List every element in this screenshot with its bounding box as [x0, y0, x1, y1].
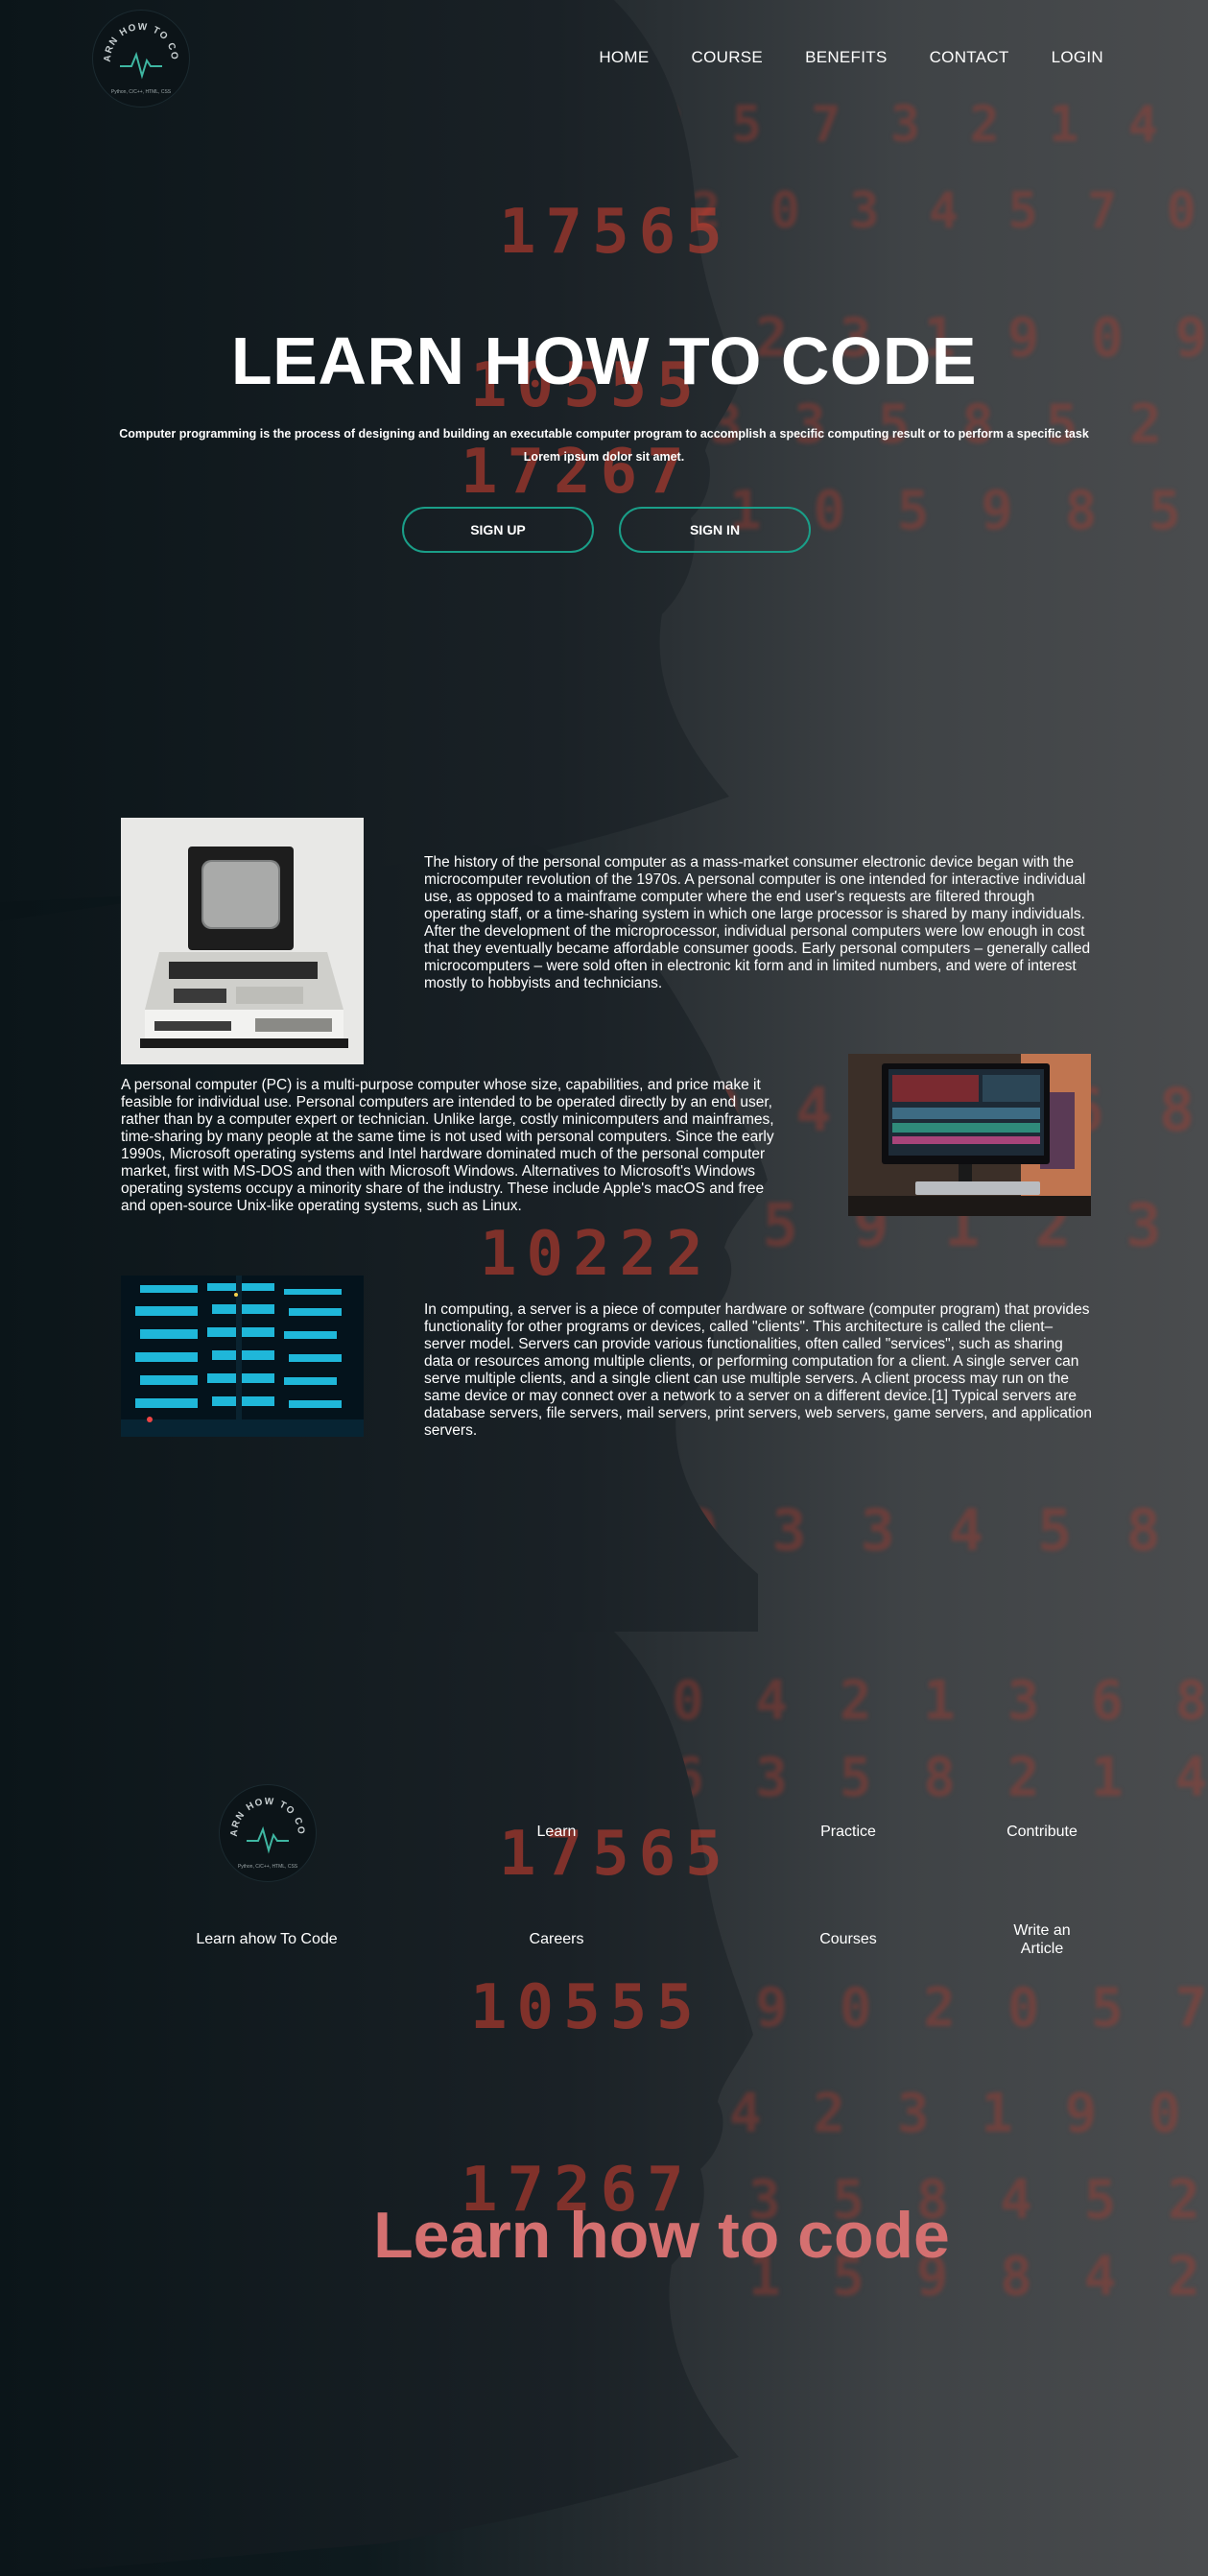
footer-link-practice[interactable]: Practice — [791, 1823, 906, 1841]
nav-benefits[interactable]: BENEFITS — [805, 48, 888, 67]
footer-tagline: Learn how to code — [373, 2199, 950, 2272]
nav-contact[interactable]: CONTACT — [930, 48, 1009, 67]
nav-course[interactable]: COURSE — [692, 48, 764, 67]
svg-text:Python, C/C++, HTML, CSS: Python, C/C++, HTML, CSS — [238, 1864, 298, 1870]
background-digits: 10222 — [480, 1219, 713, 1290]
footer-link-learn[interactable]: Learn — [499, 1823, 614, 1841]
hero-buttons: SIGN UP SIGN IN — [402, 507, 811, 553]
hero-subtitle-line2: Lorem ipsum dolor sit amet. — [523, 450, 685, 464]
footer-background: 0 4 2 1 3 6 8 7 6 3 5 8 2 1 4 0 1 9 0 2 … — [0, 1632, 1208, 2576]
server-text: In computing, a server is a piece of com… — [424, 1301, 1093, 1439]
footer-logo[interactable]: LEARN HOW TO CODE Python, C/C++, HTML, C… — [219, 1784, 317, 1882]
site-logo[interactable]: LEARN HOW TO CODE Python, C/C++, HTML, C… — [92, 10, 190, 107]
hero-subtitle-line1: Computer programming is the process of d… — [119, 427, 1089, 441]
server-rack-image — [121, 1276, 364, 1437]
pc-history-text: The history of the personal computer as … — [424, 854, 1091, 991]
nav-login[interactable]: LOGIN — [1052, 48, 1103, 67]
signup-button[interactable]: SIGN UP — [402, 507, 594, 553]
vintage-computer-image — [121, 818, 364, 1064]
footer-link-careers[interactable]: Careers — [499, 1930, 614, 1948]
face-silhouette — [0, 1632, 753, 2576]
pc-definition-text: A personal computer (PC) is a multi-purp… — [121, 1077, 774, 1214]
main-nav: HOME COURSE BENEFITS CONTACT LOGIN — [599, 48, 1103, 67]
hero-title: LEARN HOW TO CODE — [230, 323, 978, 398]
modern-pc-image — [848, 1054, 1091, 1216]
background-digits: 10555 — [470, 1972, 703, 2043]
footer-link-write-article[interactable]: Write an Article — [994, 1921, 1090, 1958]
background-digits: 17565 — [499, 197, 732, 268]
hero-subtitle: Computer programming is the process of d… — [115, 422, 1093, 468]
nav-home[interactable]: HOME — [599, 48, 649, 67]
footer-link-learn-how-to-code[interactable]: Learn ahow To Code — [171, 1930, 363, 1948]
svg-text:Python, C/C++, HTML, CSS: Python, C/C++, HTML, CSS — [111, 89, 172, 95]
footer-link-contribute[interactable]: Contribute — [984, 1823, 1100, 1841]
signin-button[interactable]: SIGN IN — [619, 507, 811, 553]
footer-link-courses[interactable]: Courses — [791, 1930, 906, 1948]
